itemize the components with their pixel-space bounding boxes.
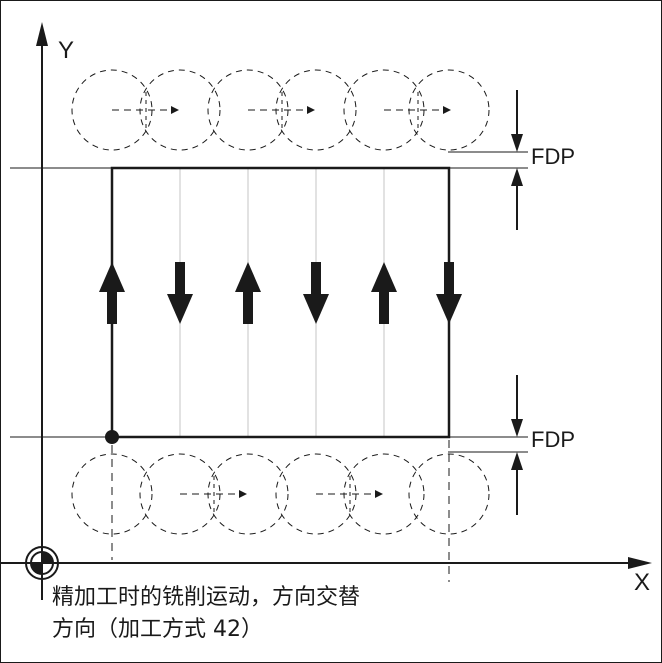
- arrow-up-2: [235, 262, 261, 324]
- caption-line-1: 精加工时的铣削运动，方向交替: [52, 585, 361, 610]
- arrow-down-2: [303, 262, 329, 324]
- milling-direction-arrows: [99, 262, 462, 324]
- pocket-outline: [110, 166, 451, 439]
- origin-symbol: [25, 546, 59, 580]
- x-axis-label: X: [634, 569, 650, 596]
- tool-circles-bottom: [71, 453, 490, 535]
- fdp-bottom-label: FDP: [531, 427, 575, 452]
- fdp-bottom-dimension: [511, 375, 523, 515]
- arrow-down-1: [167, 262, 193, 324]
- arrow-down-3: [436, 262, 462, 324]
- path-guides: [179, 168, 385, 437]
- fdp-top-dimension: [511, 90, 523, 230]
- arrow-up-1: [99, 262, 125, 324]
- milling-diagram: Y X FDP FDP: [0, 0, 662, 663]
- projection-lines: [111, 440, 450, 590]
- start-point: [105, 430, 119, 444]
- caption-line-2: 方向（加工方式 42）: [52, 617, 263, 642]
- arrow-up-3: [371, 262, 397, 324]
- y-axis-arrowhead: [36, 22, 48, 46]
- fdp-top-label: FDP: [531, 144, 575, 169]
- x-axis-arrowhead: [628, 557, 652, 569]
- y-axis-label: Y: [58, 37, 74, 64]
- tool-center-marks-top: [145, 92, 419, 128]
- diagram-caption: 精加工时的铣削运动，方向交替 方向（加工方式 42）: [52, 582, 472, 646]
